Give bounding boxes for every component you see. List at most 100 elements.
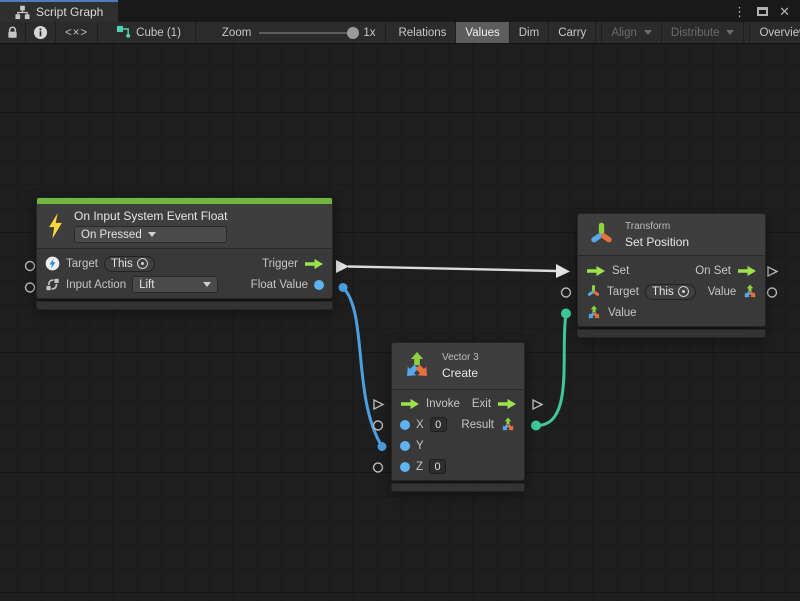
vector3-invoke-row: Invoke Exit xyxy=(392,393,524,414)
lock-button[interactable] xyxy=(0,22,26,43)
relations-toggle[interactable]: Relations xyxy=(389,22,456,43)
wire-floatvalue-to-y[interactable] xyxy=(339,283,387,451)
zoom-slider-handle[interactable] xyxy=(347,27,359,39)
on-set-out-port[interactable] xyxy=(737,265,757,277)
set-in-port[interactable] xyxy=(586,265,606,277)
event-action-row: Input Action Lift Float Value xyxy=(37,274,332,295)
x-label: X xyxy=(416,419,424,431)
wire-result-to-value[interactable] xyxy=(531,309,571,431)
transform-target-field[interactable]: This xyxy=(645,284,696,300)
code-icon: <×> xyxy=(65,27,88,39)
x-in-port[interactable] xyxy=(400,420,410,430)
target-label: Target xyxy=(607,286,639,298)
input-action-dropdown[interactable]: Lift xyxy=(132,276,218,293)
port-event-target-in[interactable] xyxy=(26,262,35,271)
result-out-port[interactable] xyxy=(500,417,516,433)
value-in-port[interactable] xyxy=(586,305,602,321)
value-out-port[interactable] xyxy=(742,284,758,300)
tab-label: Script Graph xyxy=(36,5,103,19)
node-graph-icon xyxy=(116,25,131,40)
chevron-down-icon xyxy=(644,30,652,35)
invoke-label: Invoke xyxy=(426,398,460,410)
float-value-label: Float Value xyxy=(251,279,308,291)
transform-mini-icon xyxy=(586,284,601,299)
window-menu-icon[interactable]: ⋮ xyxy=(733,5,746,18)
vector3-node-footer xyxy=(391,483,525,492)
z-label: Z xyxy=(416,461,423,473)
info-button[interactable] xyxy=(26,22,56,43)
transform-set-row: Set On Set xyxy=(578,260,765,281)
port-transform-value-out[interactable] xyxy=(768,288,777,297)
node-on-input-system-event-float[interactable]: On Input System Event Float On Pressed T… xyxy=(36,197,333,310)
carry-toggle[interactable]: Carry xyxy=(549,22,596,43)
vector3-category: Vector 3 xyxy=(442,352,479,363)
info-icon xyxy=(33,25,48,40)
vector3-z-row: Z 0 xyxy=(392,456,524,477)
x-value-field[interactable]: 0 xyxy=(430,417,447,432)
zoom-slider-track xyxy=(259,32,355,34)
vector3-y-row: Y xyxy=(392,435,524,456)
distribute-dropdown[interactable]: Distribute xyxy=(662,22,745,43)
lock-icon xyxy=(5,25,20,40)
on-set-label: On Set xyxy=(695,265,731,277)
z-value-field[interactable]: 0 xyxy=(429,459,446,474)
node-transform-set-position[interactable]: Transform Set Position Set On Set Targ xyxy=(577,213,766,338)
trigger-label: Trigger xyxy=(262,258,298,270)
code-view-button[interactable]: <×> xyxy=(56,22,98,43)
vector3-icon xyxy=(402,351,432,381)
object-picker-icon xyxy=(678,286,689,297)
tab-script-graph[interactable]: Script Graph xyxy=(0,0,118,22)
maximize-icon[interactable] xyxy=(757,7,768,16)
exit-out-port[interactable] xyxy=(497,398,517,410)
exit-label: Exit xyxy=(472,398,491,410)
y-in-port[interactable] xyxy=(400,441,410,451)
transform-node-header[interactable]: Transform Set Position xyxy=(578,214,765,256)
port-vector3-invoke-in[interactable] xyxy=(374,400,383,409)
event-target-row: Target This Trigger xyxy=(37,253,332,274)
event-node-title: On Input System Event Float xyxy=(74,209,227,223)
close-icon[interactable]: ✕ xyxy=(779,5,790,18)
y-label: Y xyxy=(416,440,424,452)
event-node-header[interactable]: On Input System Event Float On Pressed xyxy=(37,204,332,249)
port-event-action-in[interactable] xyxy=(26,283,35,292)
invoke-in-port[interactable] xyxy=(400,398,420,410)
zoom-slider[interactable] xyxy=(259,22,355,44)
node-vector3-create[interactable]: Vector 3 Create Invoke Exit X xyxy=(391,342,525,492)
value-out-label: Value xyxy=(708,286,737,298)
event-target-field[interactable]: This xyxy=(104,256,155,272)
z-in-port[interactable] xyxy=(400,462,410,472)
dim-toggle[interactable]: Dim xyxy=(510,22,549,43)
transform-target-row: Target This Value xyxy=(578,281,765,302)
input-action-label: Input Action xyxy=(66,279,126,291)
script-graph-window: Script Graph ⋮ ✕ <×> Cube (1) Zoom xyxy=(0,0,800,601)
event-mode-dropdown[interactable]: On Pressed xyxy=(74,226,227,243)
align-dropdown[interactable]: Align xyxy=(601,22,662,43)
wire-trigger-to-set[interactable] xyxy=(336,260,570,278)
chevron-down-icon xyxy=(726,30,734,35)
transform-category: Transform xyxy=(625,221,689,232)
zoom-label: Zoom xyxy=(222,27,251,39)
vector3-node-header[interactable]: Vector 3 Create xyxy=(392,343,524,390)
graph-canvas[interactable]: On Input System Event Float On Pressed T… xyxy=(0,44,800,601)
graph-target-label: Cube (1) xyxy=(136,27,181,39)
values-toggle[interactable]: Values xyxy=(456,22,509,43)
zoom-control: Zoom 1x xyxy=(196,22,387,43)
graph-tab-icon xyxy=(15,5,30,20)
port-vector3-exit-out[interactable] xyxy=(533,400,542,409)
chevron-down-icon xyxy=(203,282,211,287)
port-transform-target-in[interactable] xyxy=(562,288,571,297)
event-mini-bolt-icon xyxy=(45,256,60,271)
lightning-bolt-icon xyxy=(47,213,64,239)
value-in-label: Value xyxy=(608,307,637,319)
port-vector3-z-in[interactable] xyxy=(374,463,383,472)
port-vector3-x-in[interactable] xyxy=(374,421,383,430)
overview-button[interactable]: Overview xyxy=(749,22,800,43)
set-label: Set xyxy=(612,265,629,277)
graph-target-button[interactable]: Cube (1) xyxy=(98,22,196,43)
float-value-out-port[interactable] xyxy=(314,280,324,290)
transform-node-footer xyxy=(577,329,766,338)
trigger-out-port[interactable] xyxy=(304,258,324,270)
port-transform-onset-out[interactable] xyxy=(768,267,777,276)
graph-toolbar: <×> Cube (1) Zoom 1x Relations Values Di… xyxy=(0,22,800,44)
vector3-x-row: X 0 Result xyxy=(392,414,524,435)
